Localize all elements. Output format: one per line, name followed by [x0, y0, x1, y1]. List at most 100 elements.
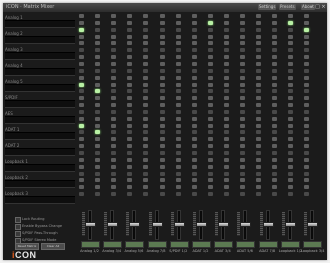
- matrix-crosspoint[interactable]: [175, 130, 181, 135]
- matrix-crosspoint[interactable]: [288, 123, 294, 128]
- matrix-crosspoint[interactable]: [95, 75, 101, 80]
- matrix-crosspoint[interactable]: [143, 20, 149, 25]
- matrix-crosspoint[interactable]: [240, 41, 245, 46]
- matrix-crosspoint[interactable]: [223, 27, 229, 32]
- matrix-crosspoint[interactable]: [256, 48, 262, 53]
- fader-knob[interactable]: [284, 222, 296, 227]
- matrix-crosspoint[interactable]: [207, 20, 213, 25]
- matrix-crosspoint[interactable]: [191, 137, 197, 142]
- matrix-crosspoint[interactable]: [272, 178, 278, 183]
- matrix-crosspoint[interactable]: [111, 61, 117, 66]
- matrix-crosspoint[interactable]: [240, 103, 245, 107]
- matrix-crosspoint[interactable]: [240, 144, 245, 149]
- matrix-crosspoint[interactable]: [288, 164, 294, 169]
- matrix-crosspoint[interactable]: [127, 123, 133, 128]
- matrix-crosspoint[interactable]: [111, 48, 117, 53]
- matrix-crosspoint[interactable]: [272, 82, 278, 87]
- matrix-crosspoint[interactable]: [223, 34, 229, 39]
- matrix-crosspoint[interactable]: [304, 109, 310, 114]
- matrix-crosspoint[interactable]: [240, 14, 245, 18]
- matrix-crosspoint[interactable]: [288, 48, 294, 53]
- matrix-crosspoint[interactable]: [95, 192, 101, 197]
- matrix-crosspoint[interactable]: [272, 137, 278, 142]
- matrix-crosspoint[interactable]: [191, 130, 197, 135]
- fader-knob[interactable]: [151, 222, 163, 227]
- matrix-crosspoint[interactable]: [159, 48, 165, 53]
- matrix-crosspoint[interactable]: [95, 157, 101, 162]
- minimize-icon[interactable]: –: [309, 4, 314, 10]
- matrix-crosspoint[interactable]: [288, 41, 294, 46]
- matrix-crosspoint[interactable]: [207, 171, 213, 176]
- matrix-crosspoint[interactable]: [175, 144, 181, 149]
- matrix-crosspoint[interactable]: [304, 130, 310, 135]
- matrix-crosspoint[interactable]: [127, 27, 133, 32]
- matrix-crosspoint[interactable]: [111, 103, 117, 107]
- matrix-crosspoint[interactable]: [79, 192, 84, 197]
- matrix-crosspoint[interactable]: [223, 20, 229, 25]
- matrix-crosspoint[interactable]: [95, 55, 101, 60]
- matrix-crosspoint[interactable]: [159, 185, 165, 190]
- matrix-crosspoint[interactable]: [159, 130, 165, 135]
- matrix-crosspoint[interactable]: [256, 157, 262, 162]
- matrix-crosspoint[interactable]: [256, 34, 262, 39]
- matrix-crosspoint[interactable]: [191, 41, 197, 46]
- matrix-crosspoint[interactable]: [175, 41, 181, 46]
- matrix-crosspoint[interactable]: [143, 48, 149, 53]
- strip-button[interactable]: [81, 241, 100, 248]
- matrix-crosspoint[interactable]: [207, 151, 213, 155]
- matrix-crosspoint[interactable]: [79, 151, 84, 155]
- matrix-crosspoint[interactable]: [223, 151, 229, 155]
- matrix-crosspoint[interactable]: [159, 34, 165, 39]
- matrix-crosspoint[interactable]: [127, 137, 133, 142]
- matrix-crosspoint[interactable]: [304, 171, 310, 176]
- matrix-crosspoint[interactable]: [191, 20, 197, 25]
- matrix-crosspoint[interactable]: [288, 82, 294, 87]
- matrix-crosspoint[interactable]: [256, 68, 262, 73]
- matrix-crosspoint[interactable]: [95, 151, 101, 155]
- matrix-crosspoint[interactable]: [191, 144, 197, 149]
- matrix-crosspoint[interactable]: [223, 130, 229, 135]
- matrix-crosspoint[interactable]: [304, 123, 310, 128]
- matrix-crosspoint[interactable]: [143, 41, 149, 46]
- matrix-crosspoint[interactable]: [304, 157, 310, 162]
- matrix-crosspoint[interactable]: [127, 89, 133, 94]
- matrix-crosspoint[interactable]: [272, 27, 278, 32]
- matrix-crosspoint[interactable]: [79, 123, 84, 128]
- matrix-crosspoint[interactable]: [191, 75, 197, 80]
- matrix-crosspoint[interactable]: [288, 55, 294, 60]
- matrix-crosspoint[interactable]: [240, 151, 245, 155]
- matrix-crosspoint[interactable]: [95, 130, 101, 135]
- matrix-crosspoint[interactable]: [240, 178, 245, 183]
- matrix-crosspoint[interactable]: [79, 82, 84, 87]
- matrix-crosspoint[interactable]: [79, 34, 84, 39]
- matrix-crosspoint[interactable]: [207, 192, 213, 197]
- matrix-crosspoint[interactable]: [79, 20, 84, 25]
- matrix-crosspoint[interactable]: [95, 48, 101, 53]
- matrix-crosspoint[interactable]: [127, 171, 133, 176]
- matrix-crosspoint[interactable]: [272, 41, 278, 46]
- matrix-crosspoint[interactable]: [127, 178, 133, 183]
- matrix-crosspoint[interactable]: [256, 27, 262, 32]
- clear-all-button[interactable]: Clear All: [41, 243, 65, 250]
- matrix-crosspoint[interactable]: [223, 96, 229, 101]
- matrix-crosspoint[interactable]: [256, 130, 262, 135]
- matrix-crosspoint[interactable]: [159, 116, 165, 121]
- fader-knob[interactable]: [262, 222, 274, 227]
- matrix-crosspoint[interactable]: [95, 96, 101, 101]
- matrix-crosspoint[interactable]: [159, 178, 165, 183]
- matrix-crosspoint[interactable]: [79, 96, 84, 101]
- matrix-crosspoint[interactable]: [111, 96, 117, 101]
- matrix-crosspoint[interactable]: [223, 137, 229, 142]
- matrix-crosspoint[interactable]: [207, 109, 213, 114]
- matrix-crosspoint[interactable]: [111, 82, 117, 87]
- matrix-crosspoint[interactable]: [191, 27, 197, 32]
- matrix-crosspoint[interactable]: [111, 137, 117, 142]
- matrix-crosspoint[interactable]: [127, 157, 133, 162]
- matrix-crosspoint[interactable]: [159, 20, 165, 25]
- matrix-crosspoint[interactable]: [304, 48, 310, 53]
- fader-knob[interactable]: [85, 222, 96, 227]
- matrix-crosspoint[interactable]: [95, 14, 101, 18]
- matrix-crosspoint[interactable]: [240, 55, 245, 60]
- matrix-crosspoint[interactable]: [175, 109, 181, 114]
- matrix-crosspoint[interactable]: [79, 185, 84, 190]
